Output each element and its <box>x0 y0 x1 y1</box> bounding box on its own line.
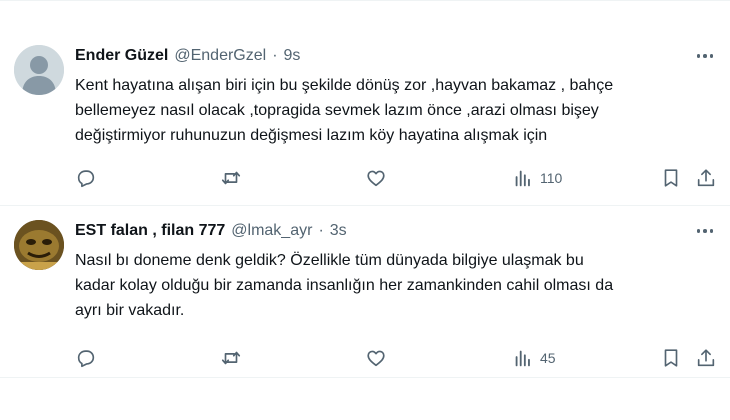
reply-icon <box>77 350 95 368</box>
retweet-icon <box>221 171 241 185</box>
user-handle[interactable]: @EnderGzel <box>174 47 266 65</box>
bookmark-icon <box>664 169 678 187</box>
photo-avatar-icon <box>14 220 64 270</box>
bookmark-button[interactable] <box>660 166 682 190</box>
share-icon <box>697 349 715 367</box>
bookmark-button[interactable] <box>660 346 682 370</box>
separator-dot: · <box>318 222 324 239</box>
views-count: 45 <box>540 350 556 366</box>
retweet-button[interactable] <box>220 346 242 370</box>
tweet[interactable]: EST falan , filan 777 @lmak_ayr · 3s Nas… <box>0 206 730 378</box>
tweet-actions: 110 <box>75 166 725 190</box>
retweet-button[interactable] <box>220 166 242 190</box>
views-button[interactable]: 110 <box>512 166 562 190</box>
display-name[interactable]: Ender Güzel <box>75 47 168 65</box>
reply-feed: Ender Güzel @EnderGzel · 9s Kent hayatın… <box>0 0 730 420</box>
like-icon <box>367 170 385 187</box>
like-icon <box>367 350 385 367</box>
reply-icon <box>77 170 95 188</box>
timestamp[interactable]: 3s <box>330 222 347 240</box>
share-button[interactable] <box>695 346 717 370</box>
like-button[interactable] <box>365 166 387 190</box>
tweet-header: Ender Güzel @EnderGzel · 9s <box>75 45 300 67</box>
views-icon <box>515 170 530 187</box>
more-icon[interactable] <box>694 49 716 63</box>
reply-button[interactable] <box>75 346 97 370</box>
views-count: 110 <box>540 170 563 186</box>
separator-dot: · <box>272 47 278 64</box>
default-avatar-icon <box>14 45 64 95</box>
tweet-text: Kent hayatına alışan biri için bu şekild… <box>75 77 614 144</box>
tweet[interactable]: Ender Güzel @EnderGzel · 9s Kent hayatın… <box>0 31 730 206</box>
tweet-actions: 45 <box>75 346 725 370</box>
timestamp[interactable]: 9s <box>284 47 301 65</box>
tweet-header: EST falan , filan 777 @lmak_ayr · 3s <box>75 220 347 242</box>
reply-button[interactable] <box>75 166 97 190</box>
tweet-text: Nasıl bı doneme denk geldik? Özellikle t… <box>75 252 614 319</box>
user-handle[interactable]: @lmak_ayr <box>231 222 312 240</box>
views-icon <box>515 350 530 367</box>
views-button[interactable]: 45 <box>512 346 556 370</box>
more-icon[interactable] <box>694 224 716 238</box>
share-button[interactable] <box>695 166 717 190</box>
retweet-icon <box>221 351 241 365</box>
avatar[interactable] <box>14 220 64 270</box>
display-name[interactable]: EST falan , filan 777 <box>75 222 225 240</box>
share-icon <box>697 169 715 187</box>
like-button[interactable] <box>365 346 387 370</box>
avatar[interactable] <box>14 45 64 95</box>
bookmark-icon <box>664 349 678 367</box>
